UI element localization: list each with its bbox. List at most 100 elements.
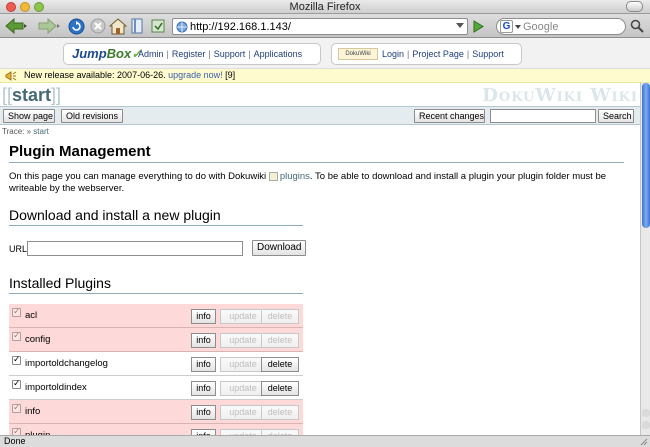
installed-plugins-heading: Installed Plugins	[9, 274, 303, 294]
jumpbox-logo[interactable]: JumpBox✓	[72, 47, 142, 61]
minimize-window-button[interactable]	[20, 2, 30, 12]
plugin-row: importoldchangelog info update delete	[9, 352, 303, 376]
history-icon[interactable]	[151, 17, 165, 35]
search-engine-icon[interactable]: G	[500, 20, 513, 33]
wiki-search-input[interactable]	[490, 109, 596, 123]
back-arrow-icon[interactable]	[4, 17, 28, 35]
breadcrumb: Trace: » start	[2, 127, 49, 136]
download-button[interactable]: Download	[252, 240, 307, 256]
plugin-name: acl	[25, 310, 38, 321]
home-icon[interactable]	[109, 17, 127, 35]
announcement-icon	[5, 71, 17, 81]
download-heading: Download and install a new plugin	[9, 206, 303, 226]
address-bar[interactable]: http://192.168.1.143/	[172, 18, 468, 35]
plugin-row: config info update delete	[9, 328, 303, 352]
wiki-action-bar: Show page Old revisions Recent changes S…	[0, 106, 640, 125]
bookmarks-sidebar-icon[interactable]	[131, 17, 143, 35]
update-notice: New release available: 2007-06-26. upgra…	[0, 69, 650, 83]
plugin-url-input[interactable]	[27, 241, 243, 256]
url-label: URL	[9, 244, 28, 254]
plugin-name: importoldindex	[25, 382, 87, 393]
plugin-enable-checkbox[interactable]	[12, 330, 21, 341]
plugin-delete-button[interactable]: delete	[261, 357, 299, 372]
plugin-update-button[interactable]: update	[220, 381, 266, 396]
scrollbar-thumb[interactable]	[642, 83, 650, 228]
plugin-delete-button[interactable]: delete	[261, 405, 299, 420]
plugin-enable-checkbox[interactable]	[12, 402, 21, 413]
url-history-dropdown-icon[interactable]	[456, 23, 464, 28]
search-engine-dropdown-icon[interactable]	[515, 25, 521, 29]
dokuwiki-link-support[interactable]: Support	[472, 49, 504, 59]
plugin-enable-checkbox[interactable]	[12, 378, 21, 389]
page-title: Plugin Management	[9, 142, 624, 163]
old-revisions-button[interactable]: Old revisions	[61, 109, 123, 123]
plugin-row: info info update delete	[9, 400, 303, 424]
page-id-link[interactable]: [[start]]	[2, 83, 61, 107]
plugin-delete-button[interactable]: delete	[261, 309, 299, 324]
plugin-delete-button[interactable]: delete	[261, 333, 299, 348]
plugin-update-button[interactable]: update	[220, 357, 266, 372]
plugin-info-button[interactable]: info	[191, 405, 216, 420]
plugin-info-button[interactable]: info	[191, 309, 216, 324]
plugins-link[interactable]: plugins	[280, 171, 310, 182]
plugin-name: info	[25, 406, 41, 417]
jumpbox-link-register[interactable]: Register	[172, 49, 206, 59]
wiki-search-button[interactable]: Search	[598, 109, 634, 123]
wiki-site-title[interactable]: DokuWiki Wiki	[482, 85, 638, 107]
status-text: Done	[4, 436, 26, 446]
plugin-info-button[interactable]: info	[191, 381, 216, 396]
plugin-row: plugin info update delete	[9, 424, 303, 435]
notice-text: New release available: 2007-06-26.	[24, 70, 166, 80]
plugin-name: importoldchangelog	[25, 358, 108, 369]
breadcrumb-start-link[interactable]: start	[33, 127, 49, 136]
show-page-button[interactable]: Show page	[3, 109, 55, 123]
jumpbox-link-support[interactable]: Support	[214, 49, 246, 59]
scroll-down-arrow-icon[interactable]	[642, 421, 650, 429]
plugin-row: acl info update delete	[9, 304, 303, 328]
status-bar: Done	[0, 435, 650, 447]
zoom-window-button[interactable]	[34, 2, 44, 12]
dokuwiki-link-login[interactable]: Login	[382, 49, 404, 59]
plugin-row: importoldindex info update delete	[9, 376, 303, 400]
navigation-toolbar: http://192.168.1.143/ G Google	[0, 14, 650, 38]
plugin-list: acl info update delete config info updat…	[9, 304, 303, 435]
plugin-update-button[interactable]: update	[220, 405, 266, 420]
address-bar-url: http://192.168.1.143/	[190, 21, 291, 33]
web-search-box[interactable]: G Google	[496, 18, 626, 35]
forward-arrow-icon[interactable]	[36, 17, 60, 35]
window-title-bar: Mozilla Firefox	[0, 0, 650, 14]
dokuwiki-panel: DokuWiki Login | Project Page | Support	[331, 43, 522, 65]
upgrade-now-link[interactable]: upgrade now!	[168, 70, 223, 80]
plugin-info-button[interactable]: info	[191, 333, 216, 348]
recent-changes-button[interactable]: Recent changes	[414, 109, 485, 123]
plugin-delete-button[interactable]: delete	[261, 381, 299, 396]
dokuwiki-link-project-page[interactable]: Project Page	[412, 49, 464, 59]
resize-grip-icon[interactable]	[639, 437, 648, 446]
plugin-info-button[interactable]: info	[191, 357, 216, 372]
jumpbox-panel: JumpBox✓ Admin | Register | Support | Applicat…	[63, 43, 321, 65]
go-arrow-icon[interactable]	[472, 20, 484, 33]
plugin-update-button[interactable]: update	[220, 309, 266, 324]
jumpbox-link-admin[interactable]: Admin	[138, 49, 164, 59]
close-window-button[interactable]	[6, 2, 16, 12]
notice-count: [9]	[225, 70, 236, 80]
page-content: [[start]] DokuWiki Wiki Show page Old re…	[0, 83, 640, 435]
plugin-enable-checkbox[interactable]	[12, 306, 21, 317]
plugin-update-button[interactable]: update	[220, 333, 266, 348]
plugin-enable-checkbox[interactable]	[12, 426, 21, 435]
search-placeholder: Google	[523, 21, 559, 33]
jumpbox-link-applications[interactable]: Applications	[254, 49, 303, 59]
plugin-enable-checkbox[interactable]	[12, 354, 21, 365]
plugin-name: config	[25, 334, 51, 345]
stop-icon[interactable]	[90, 17, 106, 35]
search-magnifier-icon[interactable]	[630, 19, 644, 33]
jumpbox-admin-bar: JumpBox✓ Admin | Register | Support | Applicat…	[0, 38, 650, 69]
intro-text: On this page you can manage everything t…	[9, 171, 607, 194]
window-title: Mozilla Firefox	[289, 1, 361, 13]
reload-icon[interactable]	[68, 17, 85, 35]
toolbar-toggle-button[interactable]	[626, 1, 643, 12]
scroll-up-arrow-icon[interactable]	[642, 409, 650, 417]
dokuwiki-logo[interactable]: DokuWiki	[338, 48, 378, 60]
plugin-wiki-icon	[268, 171, 278, 181]
vertical-scrollbar[interactable]	[640, 83, 650, 435]
